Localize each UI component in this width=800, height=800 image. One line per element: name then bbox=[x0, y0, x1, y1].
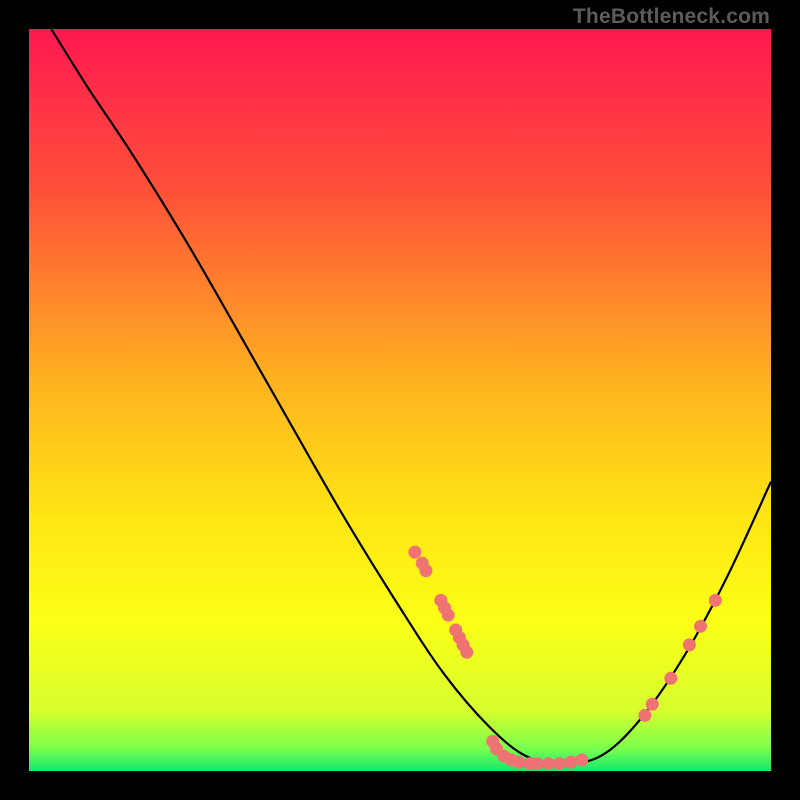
data-point bbox=[694, 620, 707, 633]
data-point bbox=[575, 753, 588, 766]
data-point bbox=[564, 756, 577, 769]
data-point bbox=[542, 757, 555, 770]
gradient-background bbox=[29, 29, 771, 771]
data-point bbox=[638, 709, 651, 722]
data-point bbox=[408, 546, 421, 559]
data-point bbox=[512, 756, 525, 769]
data-point bbox=[553, 757, 566, 770]
data-point bbox=[664, 672, 677, 685]
chart-svg bbox=[29, 29, 771, 771]
watermark-text: TheBottleneck.com bbox=[573, 5, 770, 29]
data-point bbox=[683, 638, 696, 651]
data-point bbox=[531, 757, 544, 770]
data-point bbox=[646, 698, 659, 711]
data-point bbox=[442, 609, 455, 622]
chart-container: TheBottleneck.com bbox=[0, 0, 800, 800]
data-point bbox=[460, 646, 473, 659]
data-point bbox=[419, 564, 432, 577]
data-point bbox=[709, 594, 722, 607]
plot-area bbox=[29, 29, 771, 771]
